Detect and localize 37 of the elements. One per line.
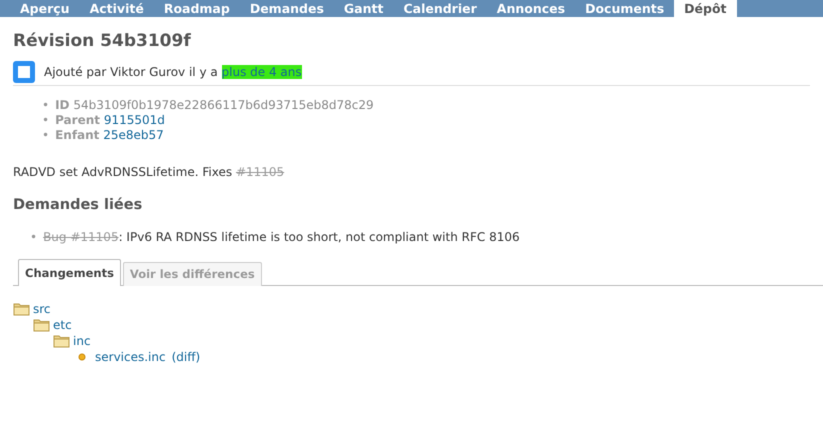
property-item: ID 54b3109f0b1978e22866117b6d93715eb8d78c29 xyxy=(55,98,374,114)
folder-icon xyxy=(33,318,51,332)
diff-link[interactable]: (diff) xyxy=(172,348,200,365)
folder-icon xyxy=(53,334,71,348)
bullet: • xyxy=(42,113,50,128)
tab[interactable]: Changements xyxy=(18,258,121,286)
issue-link[interactable]: #11105 xyxy=(236,165,284,180)
nav-tab[interactable]: Gantt xyxy=(334,0,394,17)
author-text: Ajouté par Viktor Gurov il y a plus de 4 ans xyxy=(44,64,302,82)
folder-link[interactable]: etc xyxy=(53,316,72,333)
nav-tab[interactable]: Aperçu xyxy=(10,0,80,17)
nav-tab[interactable]: Demandes xyxy=(240,0,334,17)
file-link[interactable]: services.inc xyxy=(95,348,166,365)
nav-tab[interactable]: Annonces xyxy=(486,0,576,17)
commit-link[interactable]: 9115501d xyxy=(104,113,165,128)
issue-link[interactable]: Bug #11105 xyxy=(43,230,119,244)
nav-tab[interactable]: Activité xyxy=(80,0,154,17)
related-issue: Bug #11105: IPv6 RA RDNSS lifetime is too short, not compliant with RFC 8106 xyxy=(43,228,520,246)
nav-tab[interactable]: Dépôt xyxy=(674,0,737,17)
bullet: • xyxy=(42,98,50,114)
commit-message: RADVD set AdvRDNSSLifetime. Fixes #11105 xyxy=(13,164,286,182)
section-heading: Demandes liées xyxy=(13,197,144,215)
folder-link[interactable]: inc xyxy=(73,332,91,349)
commit-link[interactable]: 25e8eb57 xyxy=(103,128,164,142)
nav-tab[interactable]: Roadmap xyxy=(154,0,240,17)
property-item: Parent 9115501d xyxy=(55,113,165,128)
nav-tab[interactable]: Calendrier xyxy=(393,0,487,17)
tab[interactable]: Voir les différences xyxy=(122,262,262,286)
folder-link[interactable]: src xyxy=(33,300,51,317)
bullet: • xyxy=(42,128,50,144)
page-title: Révision 54b3109f xyxy=(13,31,192,52)
folder-icon xyxy=(13,302,31,316)
property-item: Enfant 25e8eb57 xyxy=(55,128,164,144)
nav-tab[interactable]: Documents xyxy=(575,0,674,17)
bullet: • xyxy=(30,228,38,246)
age-link[interactable]: plus de 4 ans xyxy=(222,65,302,80)
avatar-icon xyxy=(13,61,35,84)
